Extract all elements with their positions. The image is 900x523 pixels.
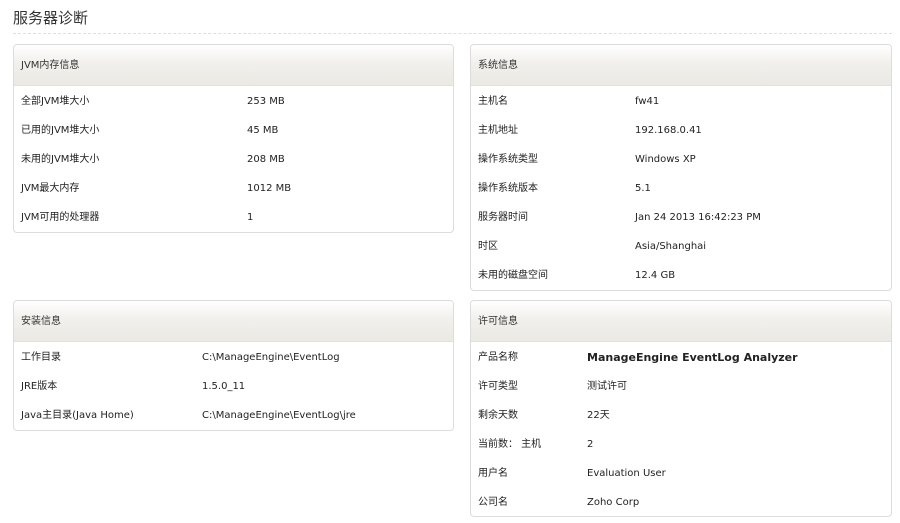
install-row-value: C:\ManageEngine\EventLog <box>202 352 340 363</box>
jvm-row-label: 全部JVM堆大小 <box>21 96 90 107</box>
license-row-value: 2 <box>587 439 594 450</box>
jvm-row-value: 253 MB <box>247 96 285 107</box>
install-row: 工作目录 C:\ManageEngine\EventLog <box>14 343 453 372</box>
jvm-row-value: 208 MB <box>247 154 285 165</box>
system-row-value: fw41 <box>635 96 660 107</box>
license-row: 剩余天数 22天 <box>471 401 891 430</box>
system-row-value: Asia/Shanghai <box>635 241 707 252</box>
jvm-row-value: 1012 MB <box>247 183 292 194</box>
install-row-label: 工作目录 <box>21 352 61 363</box>
system-row-label: 未用的磁盘空间 <box>478 270 548 281</box>
license-row-value: Evaluation User <box>587 468 666 479</box>
jvm-row: 未用的JVM堆大小 208 MB <box>14 145 453 174</box>
license-row: 用户名 Evaluation User <box>471 459 891 488</box>
install-row-label: JRE版本 <box>21 381 58 392</box>
install-row: JRE版本 1.5.0_11 <box>14 372 453 401</box>
jvm-row-label: 未用的JVM堆大小 <box>21 154 100 165</box>
system-row: 操作系统类型 Windows XP <box>471 145 891 174</box>
license-row: 许可类型 测试许可 <box>471 372 891 401</box>
install-row-label: Java主目录(Java Home) <box>21 410 134 421</box>
license-row-value: 22天 <box>587 410 610 421</box>
license-row-label: 当前数： 主机 <box>478 439 542 450</box>
license-row-value: Zoho Corp <box>587 497 640 508</box>
system-row-label: 主机名 <box>478 96 508 107</box>
system-info-header: 系统信息 <box>471 45 891 86</box>
license-row: 当前数： 主机 2 <box>471 430 891 459</box>
license-row-label: 剩余天数 <box>478 410 518 421</box>
system-row-label: 操作系统类型 <box>478 154 538 165</box>
install-row-value: 1.5.0_11 <box>202 381 246 392</box>
license-row-label: 产品名称 <box>478 352 518 363</box>
system-row: 操作系统版本 5.1 <box>471 174 891 203</box>
jvm-row: 全部JVM堆大小 253 MB <box>14 87 453 116</box>
system-row: 服务器时间 Jan 24 2013 16:42:23 PM <box>471 203 891 232</box>
jvm-row-value: 45 MB <box>247 125 279 136</box>
system-row-value: Windows XP <box>635 154 696 165</box>
system-row: 未用的磁盘空间 12.4 GB <box>471 261 891 290</box>
system-row-value: 12.4 GB <box>635 270 676 281</box>
jvm-row-label: 已用的JVM堆大小 <box>21 125 100 136</box>
system-row-value: 5.1 <box>635 183 651 194</box>
system-info-panel: 系统信息 主机名 fw41 主机地址 192.168.0.41 操作系统类型 Wind… <box>470 44 892 291</box>
license-row: 公司名 Zoho Corp <box>471 488 891 516</box>
page-title: 服务器诊断 <box>13 9 89 27</box>
license-row-label: 许可类型 <box>478 381 518 392</box>
license-row-label: 用户名 <box>478 468 508 479</box>
install-row-value: C:\ManageEngine\EventLog\jre <box>202 410 356 421</box>
jvm-row: JVM可用的处理器 1 <box>14 203 453 232</box>
install-info-panel: 安装信息 工作目录 C:\ManageEngine\EventLog JRE版本 1… <box>13 300 454 431</box>
system-row-label: 服务器时间 <box>478 212 528 223</box>
system-row: 主机名 fw41 <box>471 87 891 116</box>
jvm-memory-panel: JVM内存信息 全部JVM堆大小 253 MB 已用的JVM堆大小 45 MB 未用… <box>13 44 454 233</box>
system-row-value: 192.168.0.41 <box>635 125 702 136</box>
system-row: 时区 Asia/Shanghai <box>471 232 891 261</box>
title-divider <box>13 33 892 34</box>
system-row: 主机地址 192.168.0.41 <box>471 116 891 145</box>
license-info-header: 许可信息 <box>471 301 891 342</box>
system-row-label: 操作系统版本 <box>478 183 538 194</box>
jvm-row-label: JVM可用的处理器 <box>21 212 100 223</box>
license-row-value: 测试许可 <box>587 381 627 392</box>
jvm-row: JVM最大内存 1012 MB <box>14 174 453 203</box>
product-name-value: ManageEngine EventLog Analyzer <box>587 351 798 364</box>
install-row: Java主目录(Java Home) C:\ManageEngine\EventL… <box>14 401 453 430</box>
license-row: 产品名称 ManageEngine EventLog Analyzer <box>471 343 891 372</box>
install-info-header: 安装信息 <box>14 301 453 342</box>
license-row-label: 公司名 <box>478 497 508 508</box>
jvm-row-label: JVM最大内存 <box>21 183 80 194</box>
system-row-label: 主机地址 <box>478 125 518 136</box>
jvm-row: 已用的JVM堆大小 45 MB <box>14 116 453 145</box>
license-info-panel: 许可信息 产品名称 ManageEngine EventLog Analyzer … <box>470 300 892 517</box>
jvm-row-value: 1 <box>247 212 254 223</box>
system-row-label: 时区 <box>478 241 498 252</box>
system-row-value: Jan 24 2013 16:42:23 PM <box>635 212 761 223</box>
jvm-memory-header: JVM内存信息 <box>14 45 453 86</box>
